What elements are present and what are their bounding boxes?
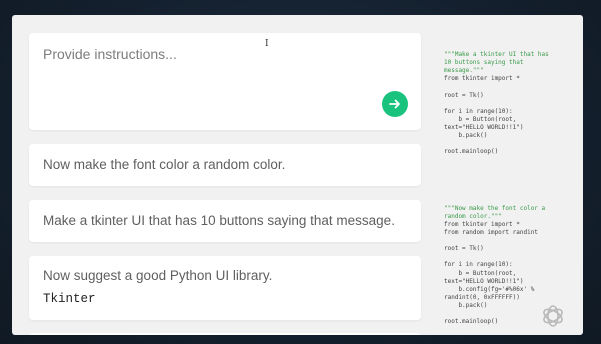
- instruction-input[interactable]: Provide instructions... I: [29, 33, 421, 130]
- playground-panel: Provide instructions... I Now make the f…: [12, 15, 583, 335]
- code-line: b.config(fg='#%06x' %: [444, 285, 535, 293]
- code-line: b = Button(root,: [444, 115, 517, 123]
- code-block: """Make a tkinter UI that has 10 buttons …: [444, 51, 578, 156]
- send-button[interactable]: [382, 91, 408, 117]
- history-item[interactable]: Now make the font color a random color.: [29, 144, 421, 186]
- history-item[interactable]: [29, 333, 421, 335]
- code-line: 10 buttons saying that: [444, 59, 524, 67]
- code-line: root.mainloop(): [444, 148, 499, 156]
- code-line: from tkinter import *: [444, 220, 520, 228]
- code-line: from tkinter import *: [444, 75, 520, 83]
- code-line: text="HELLO WORLD!!1"): [444, 277, 524, 285]
- code-line: """Make a tkinter UI that has: [444, 51, 549, 59]
- history-item-text: Now make the font color a random color.: [43, 157, 286, 172]
- code-line: b = Button(root,: [444, 269, 517, 277]
- code-line: root = Tk(): [444, 91, 484, 99]
- arrow-right-icon: [389, 99, 400, 109]
- history-item[interactable]: Now suggest a good Python UI library. Tk…: [29, 256, 421, 320]
- instruction-placeholder: Provide instructions...: [43, 46, 177, 62]
- text-cursor-icon: I: [265, 39, 269, 49]
- code-line: text="HELLO WORLD!!1"): [444, 124, 524, 132]
- openai-logo-icon: [543, 305, 563, 327]
- code-line: random color.""": [444, 212, 502, 220]
- code-line: """Now make the font color a: [444, 204, 546, 212]
- history-item-text: Make a tkinter UI that has 10 buttons sa…: [43, 213, 395, 228]
- code-line: message.""": [444, 67, 484, 75]
- code-line: for i in range(10):: [444, 261, 513, 269]
- code-line: b.pack(): [444, 132, 488, 140]
- code-line: root = Tk(): [444, 245, 484, 253]
- code-output: """Make a tkinter UI that has 10 buttons …: [444, 35, 578, 335]
- code-line: randint(0, 0xFFFFFF)): [444, 293, 520, 301]
- code-line: from random import randint: [444, 229, 538, 237]
- history-item[interactable]: Make a tkinter UI that has 10 buttons sa…: [29, 200, 421, 242]
- code-line: for i in range(10):: [444, 107, 513, 115]
- history-item-text: Now suggest a good Python UI library.: [43, 268, 273, 283]
- history-item-response: Tkinter: [43, 292, 96, 306]
